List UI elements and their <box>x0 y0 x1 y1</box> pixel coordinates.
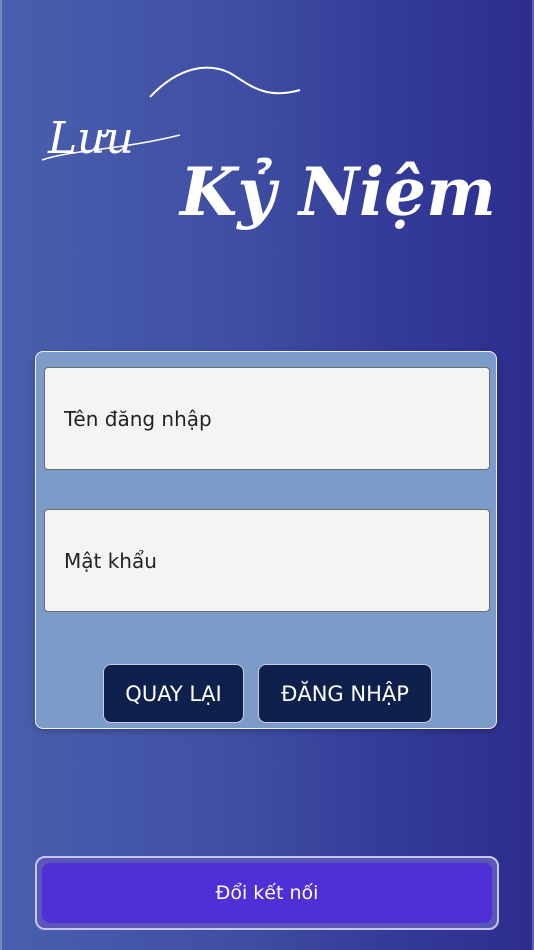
password-input[interactable] <box>44 509 490 612</box>
login-button[interactable]: ĐĂNG NHẬP <box>258 664 432 723</box>
app-logo: Lưu Kỷ Niệm <box>30 55 496 255</box>
switch-connection-button[interactable]: Đổi kết nối <box>42 863 492 923</box>
logo-text-ky-niem: Kỷ Niệm <box>178 153 496 231</box>
username-input[interactable] <box>44 367 490 470</box>
back-button[interactable]: QUAY LẠI <box>103 664 244 723</box>
switch-connection-container: Đổi kết nối <box>35 856 499 930</box>
logo-graphic: Lưu Kỷ Niệm <box>41 66 496 231</box>
login-card: QUAY LẠI ĐĂNG NHẬP <box>35 351 497 729</box>
logo-flourish <box>149 66 301 98</box>
logo-text-luu: Lưu <box>47 113 134 164</box>
left-edge-line <box>0 0 2 950</box>
